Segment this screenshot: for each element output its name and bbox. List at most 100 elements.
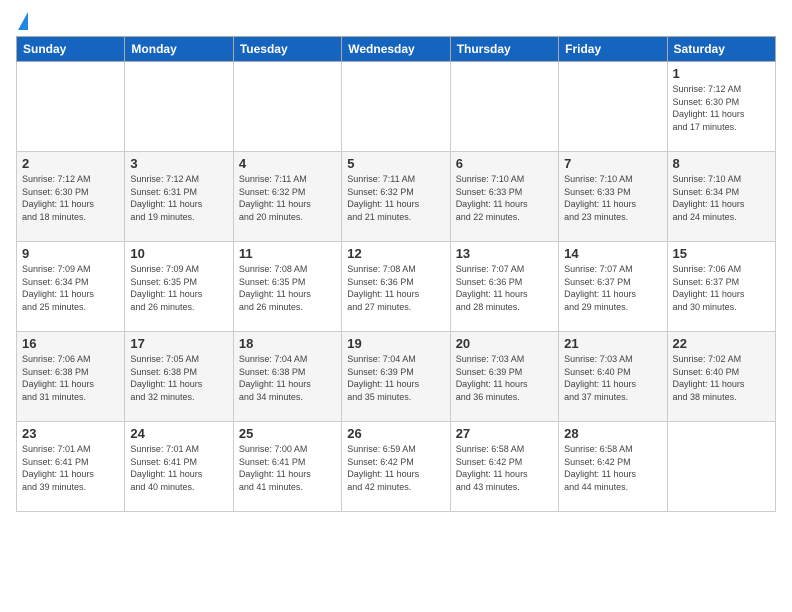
day-number: 8: [673, 156, 770, 171]
calendar-cell: 7Sunrise: 7:10 AM Sunset: 6:33 PM Daylig…: [559, 152, 667, 242]
day-header-friday: Friday: [559, 37, 667, 62]
calendar-cell: [125, 62, 233, 152]
day-number: 6: [456, 156, 553, 171]
day-header-tuesday: Tuesday: [233, 37, 341, 62]
calendar-cell: 22 Sunrise: 7:02 AM Sunset: 6:40 PM Dayli…: [667, 332, 775, 422]
day-info: Sunrise: 7:11 AM Sunset: 6:32 PM Dayligh…: [239, 173, 336, 223]
day-number: 13: [456, 246, 553, 261]
day-info: Sunrise: 7:08 AM Sunset: 6:35 PM Dayligh…: [239, 263, 336, 313]
day-info: Sunrise: 7:01 AM Sunset: 6:41 PM Dayligh…: [130, 443, 227, 493]
day-info: Sunrise: 7:05 AM Sunset: 6:38 PM Dayligh…: [130, 353, 227, 403]
calendar-cell: 11 Sunrise: 7:08 AM Sunset: 6:35 PM Dayli…: [233, 242, 341, 332]
calendar-cell: 15 Sunrise: 7:06 AM Sunset: 6:37 PM Dayli…: [667, 242, 775, 332]
calendar-cell: 6 Sunrise: 7:10 AM Sunset: 6:33 PM Daylig…: [450, 152, 558, 242]
calendar-cell: 17 Sunrise: 7:05 AM Sunset: 6:38 PM Dayli…: [125, 332, 233, 422]
calendar-week-row: 16 Sunrise: 7:06 AM Sunset: 6:38 PM Dayli…: [17, 332, 776, 422]
calendar-cell: 13 Sunrise: 7:07 AM Sunset: 6:36 PM Dayli…: [450, 242, 558, 332]
day-header-thursday: Thursday: [450, 37, 558, 62]
day-info: Sunrise: 7:04 AM Sunset: 6:38 PM Dayligh…: [239, 353, 336, 403]
calendar-cell: [559, 62, 667, 152]
day-number: 19: [347, 336, 444, 351]
day-number: 21: [564, 336, 661, 351]
calendar-cell: 4 Sunrise: 7:11 AM Sunset: 6:32 PM Daylig…: [233, 152, 341, 242]
day-info: Sunrise: 7:12 AM Sunset: 6:30 PM Dayligh…: [673, 83, 770, 133]
calendar-cell: 23 Sunrise: 7:01 AM Sunset: 6:41 PM Dayli…: [17, 422, 125, 512]
day-info: Sunrise: 6:59 AM Sunset: 6:42 PM Dayligh…: [347, 443, 444, 493]
day-number: 15: [673, 246, 770, 261]
day-number: 4: [239, 156, 336, 171]
calendar-cell: 2 Sunrise: 7:12 AM Sunset: 6:30 PM Daylig…: [17, 152, 125, 242]
calendar-cell: 27 Sunrise: 6:58 AM Sunset: 6:42 PM Dayli…: [450, 422, 558, 512]
calendar-table: SundayMondayTuesdayWednesdayThursdayFrid…: [16, 36, 776, 512]
day-number: 3: [130, 156, 227, 171]
day-info: Sunrise: 7:01 AM Sunset: 6:41 PM Dayligh…: [22, 443, 119, 493]
day-header-monday: Monday: [125, 37, 233, 62]
calendar-cell: 18 Sunrise: 7:04 AM Sunset: 6:38 PM Dayli…: [233, 332, 341, 422]
calendar-cell: 24 Sunrise: 7:01 AM Sunset: 6:41 PM Dayli…: [125, 422, 233, 512]
day-info: Sunrise: 7:09 AM Sunset: 6:34 PM Dayligh…: [22, 263, 119, 313]
day-info: Sunrise: 7:09 AM Sunset: 6:35 PM Dayligh…: [130, 263, 227, 313]
day-info: Sunrise: 7:00 AM Sunset: 6:41 PM Dayligh…: [239, 443, 336, 493]
day-number: 18: [239, 336, 336, 351]
calendar-cell: 10 Sunrise: 7:09 AM Sunset: 6:35 PM Dayli…: [125, 242, 233, 332]
calendar-cell: [17, 62, 125, 152]
calendar-week-row: 1 Sunrise: 7:12 AM Sunset: 6:30 PM Daylig…: [17, 62, 776, 152]
logo-triangle-icon: [18, 12, 28, 30]
calendar-cell: 16 Sunrise: 7:06 AM Sunset: 6:38 PM Dayli…: [17, 332, 125, 422]
day-number: 7: [564, 156, 661, 171]
day-number: 16: [22, 336, 119, 351]
day-number: 22: [673, 336, 770, 351]
day-number: 20: [456, 336, 553, 351]
day-number: 14: [564, 246, 661, 261]
calendar-cell: 9 Sunrise: 7:09 AM Sunset: 6:34 PM Daylig…: [17, 242, 125, 332]
logo: [16, 16, 28, 28]
calendar-cell: 28Sunrise: 6:58 AM Sunset: 6:42 PM Dayli…: [559, 422, 667, 512]
day-number: 17: [130, 336, 227, 351]
day-number: 9: [22, 246, 119, 261]
calendar-cell: [450, 62, 558, 152]
calendar-cell: 25 Sunrise: 7:00 AM Sunset: 6:41 PM Dayli…: [233, 422, 341, 512]
day-number: 28: [564, 426, 661, 441]
day-number: 5: [347, 156, 444, 171]
calendar-cell: 21 Sunrise: 7:03 AM Sunset: 6:40 PM Dayli…: [559, 332, 667, 422]
day-number: 26: [347, 426, 444, 441]
calendar-cell: 3 Sunrise: 7:12 AM Sunset: 6:31 PM Daylig…: [125, 152, 233, 242]
day-info: Sunrise: 7:03 AM Sunset: 6:40 PM Dayligh…: [564, 353, 661, 403]
calendar-cell: 26 Sunrise: 6:59 AM Sunset: 6:42 PM Dayli…: [342, 422, 450, 512]
day-info: Sunrise: 7:08 AM Sunset: 6:36 PM Dayligh…: [347, 263, 444, 313]
calendar-cell: [667, 422, 775, 512]
calendar-cell: 8 Sunrise: 7:10 AM Sunset: 6:34 PM Daylig…: [667, 152, 775, 242]
calendar-header-row: SundayMondayTuesdayWednesdayThursdayFrid…: [17, 37, 776, 62]
day-number: 25: [239, 426, 336, 441]
day-info: Sunrise: 7:10 AM Sunset: 6:33 PM Dayligh…: [456, 173, 553, 223]
calendar-cell: 14 Sunrise: 7:07 AM Sunset: 6:37 PM Dayli…: [559, 242, 667, 332]
day-info: Sunrise: 7:12 AM Sunset: 6:31 PM Dayligh…: [130, 173, 227, 223]
day-number: 2: [22, 156, 119, 171]
day-info: Sunrise: 7:06 AM Sunset: 6:38 PM Dayligh…: [22, 353, 119, 403]
calendar-cell: 20Sunrise: 7:03 AM Sunset: 6:39 PM Dayli…: [450, 332, 558, 422]
calendar-cell: [342, 62, 450, 152]
day-number: 12: [347, 246, 444, 261]
day-info: Sunrise: 7:04 AM Sunset: 6:39 PM Dayligh…: [347, 353, 444, 403]
day-number: 1: [673, 66, 770, 81]
day-number: 10: [130, 246, 227, 261]
day-info: Sunrise: 7:11 AM Sunset: 6:32 PM Dayligh…: [347, 173, 444, 223]
day-info: Sunrise: 7:10 AM Sunset: 6:34 PM Dayligh…: [673, 173, 770, 223]
day-number: 24: [130, 426, 227, 441]
calendar-week-row: 9 Sunrise: 7:09 AM Sunset: 6:34 PM Daylig…: [17, 242, 776, 332]
day-header-sunday: Sunday: [17, 37, 125, 62]
day-number: 27: [456, 426, 553, 441]
calendar-cell: [233, 62, 341, 152]
day-info: Sunrise: 7:07 AM Sunset: 6:36 PM Dayligh…: [456, 263, 553, 313]
day-info: Sunrise: 6:58 AM Sunset: 6:42 PM Dayligh…: [456, 443, 553, 493]
day-info: Sunrise: 7:06 AM Sunset: 6:37 PM Dayligh…: [673, 263, 770, 313]
calendar-cell: 1 Sunrise: 7:12 AM Sunset: 6:30 PM Daylig…: [667, 62, 775, 152]
day-info: Sunrise: 7:12 AM Sunset: 6:30 PM Dayligh…: [22, 173, 119, 223]
day-number: 11: [239, 246, 336, 261]
day-number: 23: [22, 426, 119, 441]
day-info: Sunrise: 7:07 AM Sunset: 6:37 PM Dayligh…: [564, 263, 661, 313]
day-header-wednesday: Wednesday: [342, 37, 450, 62]
calendar-cell: 19 Sunrise: 7:04 AM Sunset: 6:39 PM Dayli…: [342, 332, 450, 422]
calendar-week-row: 23 Sunrise: 7:01 AM Sunset: 6:41 PM Dayli…: [17, 422, 776, 512]
day-info: Sunrise: 7:02 AM Sunset: 6:40 PM Dayligh…: [673, 353, 770, 403]
